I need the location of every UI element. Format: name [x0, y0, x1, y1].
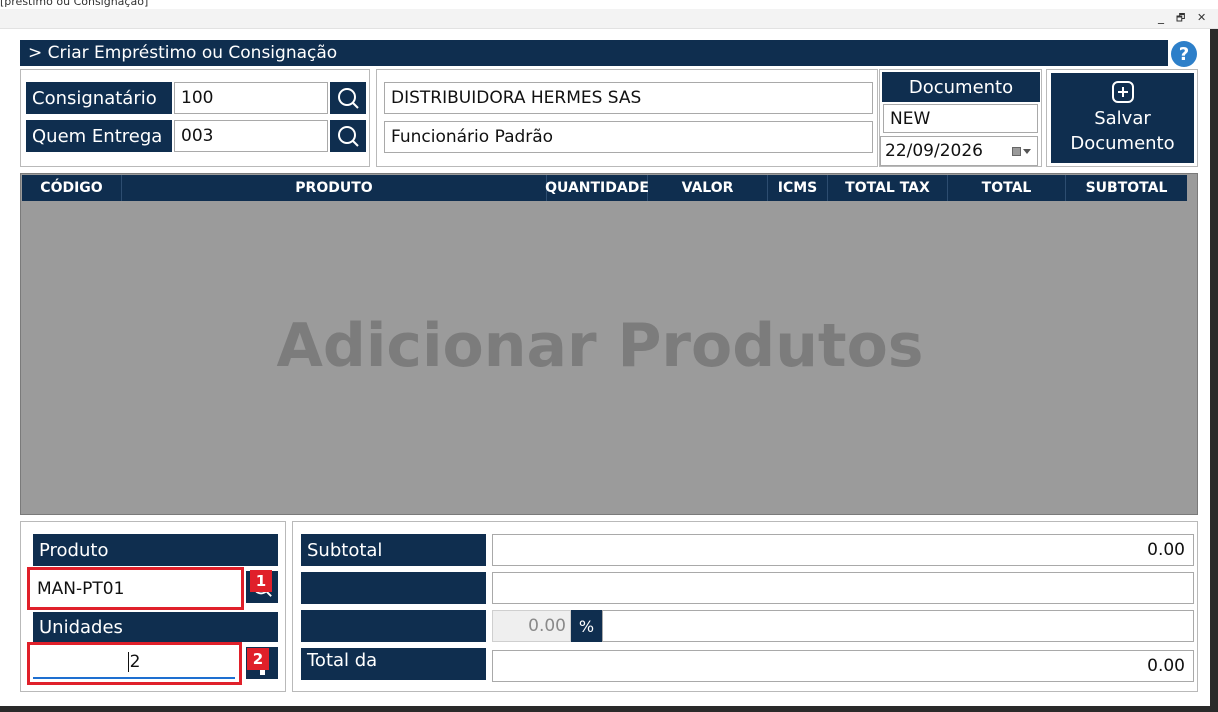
- produto-label: Produto: [33, 534, 278, 566]
- discount-amount-field: [602, 610, 1194, 642]
- mdi-controls: [0, 9, 1218, 29]
- total-value-field: 0.00: [492, 650, 1194, 682]
- window-bottom-border: [0, 706, 1218, 712]
- produto-input[interactable]: MAN-PT01: [31, 571, 240, 606]
- page-title: > Criar Empréstimo ou Consignação: [28, 43, 338, 63]
- col-valor[interactable]: VALOR: [648, 175, 768, 201]
- col-icms[interactable]: ICMS: [768, 175, 828, 201]
- save-label-line1: Salvar: [1094, 108, 1151, 129]
- window-right-border: [1210, 29, 1218, 712]
- consignatario-input[interactable]: 100: [174, 82, 328, 114]
- help-icon[interactable]: ?: [1171, 41, 1197, 67]
- quem-entrega-label: Quem Entrega: [26, 120, 172, 152]
- grid-placeholder: Adicionar Produtos: [276, 311, 924, 381]
- col-total[interactable]: TOTAL: [948, 175, 1066, 201]
- save-label-line2: Documento: [1070, 133, 1175, 154]
- col-produto[interactable]: PRODUTO: [122, 175, 547, 201]
- document-label: Documento: [882, 72, 1040, 102]
- unidades-value: 2: [127, 652, 141, 672]
- unidades-label: Unidades: [33, 612, 278, 642]
- total-row2-label: [301, 572, 486, 604]
- close-button[interactable]: ✕: [1197, 11, 1206, 24]
- subtotal-value-field: 0.00: [492, 534, 1194, 566]
- help-glyph: ?: [1178, 43, 1190, 65]
- grid-header: CÓDIGO PRODUTO QUANTIDADE VALOR ICMS TOT…: [22, 175, 1187, 201]
- add-icon: [1111, 81, 1134, 103]
- document-date-value: 22/09/2026: [885, 141, 983, 161]
- consignatario-label: Consignatário: [26, 82, 172, 114]
- col-quantidade[interactable]: QUANTIDADE: [545, 175, 649, 201]
- minimize-button[interactable]: _: [1158, 10, 1164, 24]
- page-header: > Criar Empréstimo ou Consignação: [20, 40, 1168, 66]
- total-label-text: Total da: [307, 650, 378, 671]
- window-title: [préstimo ou Consignação]: [0, 0, 149, 8]
- step-badge-2: 2: [247, 648, 269, 670]
- col-subtotal[interactable]: SUBTOTAL: [1066, 175, 1187, 201]
- subtotal-label: Subtotal: [301, 534, 486, 566]
- subtotal-value: 0.00: [1147, 540, 1185, 560]
- consignatario-search-button[interactable]: [330, 82, 366, 114]
- unidades-input[interactable]: 2: [33, 647, 235, 679]
- percent-symbol: %: [578, 616, 595, 636]
- search-icon: [338, 126, 359, 147]
- save-document-button[interactable]: Salvar Documento: [1051, 73, 1194, 163]
- discount-value: 0.00: [528, 616, 566, 636]
- percent-toggle[interactable]: %: [571, 610, 602, 642]
- col-codigo[interactable]: CÓDIGO: [22, 175, 122, 201]
- quem-entrega-search-button[interactable]: [330, 120, 366, 152]
- document-status-field: NEW: [883, 104, 1038, 133]
- window-title-bar: [préstimo ou Consignação]: [0, 0, 1218, 9]
- col-total-tax[interactable]: TOTAL TAX: [828, 175, 948, 201]
- search-icon: [338, 88, 359, 109]
- discount-input[interactable]: 0.00: [492, 610, 571, 642]
- total-value: 0.00: [1147, 656, 1185, 676]
- calendar-dropdown-icon[interactable]: [1012, 145, 1034, 157]
- discount-label: [301, 610, 486, 642]
- quem-entrega-name-field: Funcionário Padrão: [384, 121, 873, 153]
- step-badge-1: 1: [250, 570, 272, 592]
- quem-entrega-input[interactable]: 003: [174, 120, 328, 152]
- restore-button[interactable]: 🗗: [1176, 11, 1185, 28]
- consignatario-name-field: DISTRIBUIDORA HERMES SAS: [384, 82, 873, 114]
- total-row2-value-field: [492, 572, 1194, 604]
- total-label: Total da: [301, 648, 486, 680]
